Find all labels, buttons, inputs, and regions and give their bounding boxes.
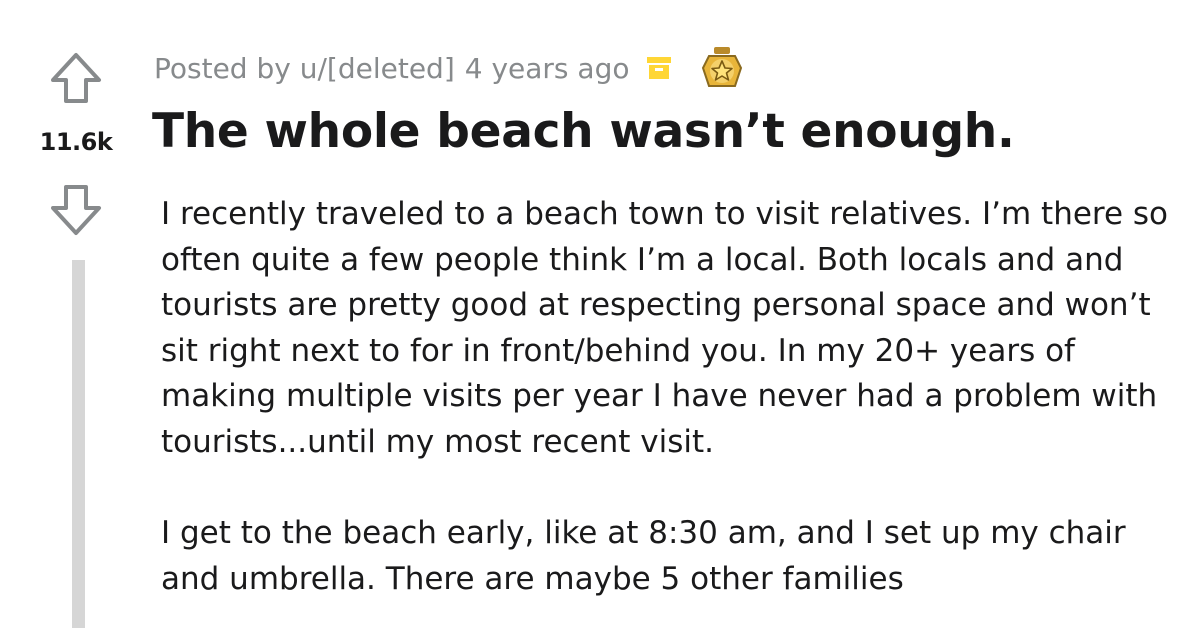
- post-body: I recently traveled to a beach town to v…: [161, 192, 1191, 628]
- post-paragraph: I get to the beach early, like at 8:30 a…: [161, 515, 1126, 597]
- vote-column: 11.6k: [0, 0, 152, 628]
- gold-star-award-icon[interactable]: [701, 46, 743, 90]
- post-meta: Posted by u/[deleted] 4 years ago: [154, 46, 743, 90]
- post-paragraph: I recently traveled to a beach town to v…: [161, 196, 1169, 460]
- posted-by-label[interactable]: Posted by u/[deleted]: [154, 52, 455, 85]
- upvote-button[interactable]: [48, 50, 104, 106]
- upvote-arrow-icon: [51, 53, 101, 103]
- archive-box-icon: [645, 54, 673, 82]
- post-title[interactable]: The whole beach wasn’t enough.: [152, 104, 1015, 159]
- post-age[interactable]: 4 years ago: [465, 52, 630, 85]
- downvote-arrow-icon: [51, 185, 101, 235]
- vote-score: 11.6k: [39, 128, 113, 156]
- downvote-button[interactable]: [48, 182, 104, 238]
- thread-collapse-line[interactable]: [72, 260, 85, 628]
